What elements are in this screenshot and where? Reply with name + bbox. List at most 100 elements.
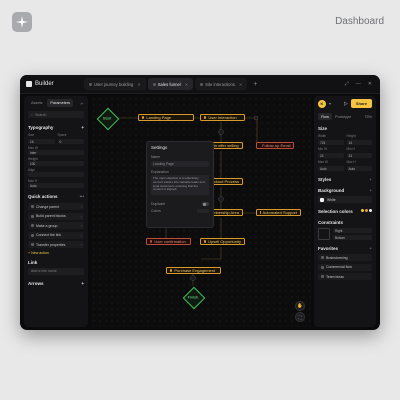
tab-assets[interactable]: Assets xyxy=(28,99,45,107)
arrows-icon[interactable]: ⤢ xyxy=(345,81,349,87)
space-label: Space xyxy=(57,133,67,137)
close-icon[interactable]: ✕ xyxy=(185,82,188,87)
size-field[interactable]: 16 xyxy=(28,139,55,144)
close-icon[interactable]: ✕ xyxy=(137,82,140,87)
link-input[interactable]: Add a link name xyxy=(28,267,84,275)
constraint-horizontal[interactable]: Right xyxy=(333,228,372,233)
node-purchase-engagement[interactable]: Purchase Engagement xyxy=(166,267,221,274)
node-landing-page[interactable]: Landing Page xyxy=(138,114,194,121)
brand-icon xyxy=(26,81,32,87)
connector-knob xyxy=(190,275,196,281)
link-title: Link xyxy=(28,260,84,265)
node-label: Landing Page xyxy=(146,115,172,120)
plus-icon[interactable]: + xyxy=(369,246,372,251)
quick-action-make-group[interactable]: Make a group › xyxy=(28,222,84,229)
maxh-field[interactable]: Auto xyxy=(28,183,84,188)
plus-icon[interactable]: + xyxy=(81,125,84,130)
more-icon[interactable]: ⋯ xyxy=(80,194,85,200)
typo-row-1: 16 0 xyxy=(28,139,84,144)
fit-screen-icon[interactable]: ⛶ xyxy=(295,312,305,322)
close-icon[interactable]: ✕ xyxy=(239,82,242,87)
selection-color-dots[interactable] xyxy=(361,209,372,214)
typo-row-4 xyxy=(28,172,84,177)
space-field[interactable]: 0 xyxy=(57,139,84,144)
size-labels-3: Max W Max H xyxy=(318,160,372,164)
maxw-field[interactable]: Auto xyxy=(318,166,344,171)
minh-field[interactable]: 24 xyxy=(346,153,372,158)
explanation-label: Explanation xyxy=(151,169,169,174)
action-icon xyxy=(31,224,34,227)
background-color-field[interactable]: White xyxy=(318,196,372,203)
typo-row-3: 100 xyxy=(28,161,84,166)
minw-field[interactable]: 24 xyxy=(318,153,344,158)
action-label: Change parent xyxy=(36,204,60,209)
constraint-values: Right Bottom xyxy=(333,228,372,240)
quick-action-transfer[interactable]: Transfer properties › xyxy=(28,241,84,248)
action-label: Transfer properties xyxy=(36,242,66,247)
tab-prototype[interactable]: Prototype xyxy=(335,115,351,119)
collapse-icon[interactable]: ⇤ xyxy=(81,101,84,106)
share-button[interactable]: Share xyxy=(350,99,372,108)
avatar[interactable]: K xyxy=(318,99,326,108)
width-field[interactable]: 724 xyxy=(318,140,344,145)
typography-section-title: Typography + xyxy=(28,125,84,130)
new-tab-button[interactable]: + xyxy=(253,81,257,88)
node-automated-support[interactable]: Automated Support xyxy=(256,209,301,216)
align-field[interactable] xyxy=(28,172,84,177)
height-field[interactable]: 14 xyxy=(346,140,372,145)
background-value: White xyxy=(327,197,336,202)
favorite-icon xyxy=(321,275,324,278)
play-icon[interactable]: ▷ xyxy=(344,101,348,107)
duplicate-row: Duplicate xyxy=(151,202,209,206)
flow-canvas[interactable]: Start Landing Page User Interaction Main… xyxy=(91,96,311,327)
duplicate-toggle[interactable] xyxy=(202,202,209,206)
favorite-team-ideas[interactable]: Team ideas xyxy=(318,273,372,280)
colors-picker[interactable] xyxy=(197,209,209,213)
zoom-level[interactable]: 75% xyxy=(364,115,372,119)
plus-icon[interactable]: + xyxy=(81,281,84,286)
plus-icon[interactable]: + xyxy=(369,188,372,193)
quick-action-build-parent[interactable]: Build parent blocks › xyxy=(28,212,84,220)
window-controls: ⤢ — ✕ xyxy=(345,81,380,87)
tab-label: User journey building xyxy=(94,81,134,87)
section-label: Quick actions xyxy=(28,194,58,199)
selection-colors-title: Selection colors xyxy=(318,209,372,214)
node-status-icon xyxy=(150,240,153,243)
plus-icon[interactable]: + xyxy=(369,177,372,182)
chevron-right-icon: › xyxy=(80,232,82,238)
node-upsell[interactable]: Upsell Opportunity xyxy=(200,238,245,245)
connector-knob xyxy=(253,115,259,121)
size-labels-1: Width Height xyxy=(318,134,372,138)
chevron-down-icon[interactable]: ▾ xyxy=(329,101,331,106)
tab-flow[interactable]: Flow xyxy=(318,113,333,120)
hand-icon[interactable]: ✋ xyxy=(295,301,305,311)
minimize-icon[interactable]: — xyxy=(356,81,361,87)
name-input[interactable]: Landing Page xyxy=(151,160,209,167)
action-label: Build parent blocks xyxy=(36,214,66,218)
weight-field[interactable]: 100 xyxy=(28,161,84,166)
height-label: Height xyxy=(346,134,356,138)
maxh-field[interactable]: Auto xyxy=(346,166,372,171)
tab-parameters[interactable]: Parameters xyxy=(47,99,74,107)
size-row-2: 24 24 xyxy=(318,153,372,158)
font-field[interactable]: Inter xyxy=(28,150,84,155)
tab-site-interactions[interactable]: Site interactions ✕ xyxy=(195,78,248,90)
node-user-confirmation[interactable]: User confirmation xyxy=(146,238,191,245)
close-window-icon[interactable]: ✕ xyxy=(368,81,372,87)
constraint-vertical[interactable]: Bottom xyxy=(333,235,372,240)
quick-action-connect-link[interactable]: Connect the link › xyxy=(28,231,84,239)
typo-row-2: Inter xyxy=(28,150,84,155)
tab-user-journey[interactable]: User journey building ✕ xyxy=(84,78,146,90)
size-labels-2: Min W Min H xyxy=(318,147,372,151)
node-user-interaction[interactable]: User Interaction xyxy=(200,114,245,121)
color-dot xyxy=(361,209,364,212)
explanation-textarea[interactable]: The main objective is to effectively con… xyxy=(151,175,209,195)
new-action-button[interactable]: + New action xyxy=(28,251,84,255)
search-input[interactable]: ⌕ Search xyxy=(28,111,84,118)
tab-sales-funnel[interactable]: Sales funnel ✕ xyxy=(147,78,194,90)
favorite-brainstorming[interactable]: Brainstorming xyxy=(318,254,372,261)
section-label: Styles xyxy=(318,177,332,182)
node-follow-up-email[interactable]: Follow-up Email xyxy=(256,142,294,149)
quick-action-change-parent[interactable]: Change parent › xyxy=(28,203,84,210)
favorite-commercial-flow[interactable]: Commercial flow xyxy=(318,263,372,271)
